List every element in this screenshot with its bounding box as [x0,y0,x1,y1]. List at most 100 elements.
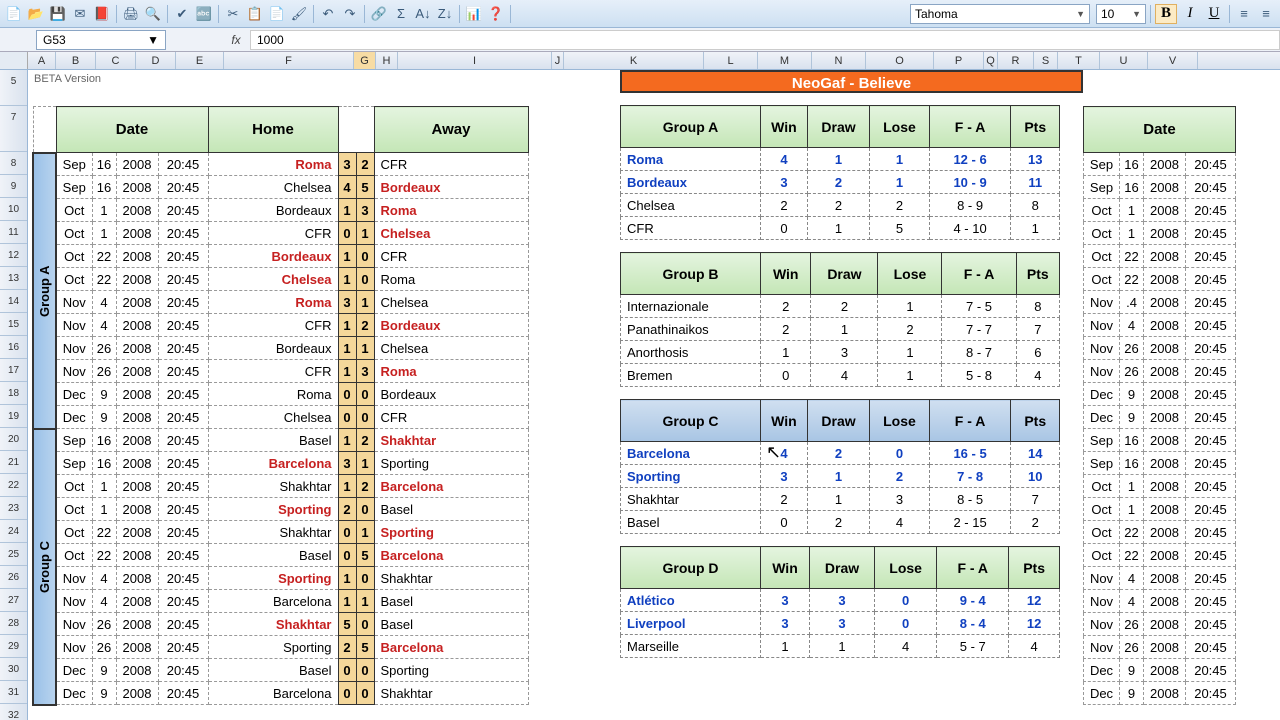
right-date-row: Sep16200820:45 [1084,176,1236,199]
col-header-E[interactable]: E [176,52,224,69]
font-name-dropdown[interactable]: Tahoma▼ [910,4,1090,24]
standings-row: Marseille1145 - 74 [621,635,1060,658]
name-box[interactable]: G53 ▼ [36,30,166,50]
row-header-19[interactable]: 19 [0,405,27,428]
copy-icon[interactable]: 📋 [245,4,265,24]
underline-button[interactable]: U [1203,4,1225,24]
col-header-S[interactable]: S [1034,52,1058,69]
italic-button[interactable]: I [1179,4,1201,24]
right-date-header: Date [1084,107,1236,153]
chart-icon[interactable]: 📊 [464,4,484,24]
row-header-8[interactable]: 8 [0,152,27,175]
col-header-T[interactable]: T [1058,52,1100,69]
col-header-V[interactable]: V [1148,52,1198,69]
row-header-25[interactable]: 25 [0,543,27,566]
align-left-icon[interactable]: ≡ [1234,4,1254,24]
row-header-9[interactable]: 9 [0,175,27,198]
row-header-29[interactable]: 29 [0,635,27,658]
formula-input[interactable]: 1000 [250,30,1280,50]
row-header-22[interactable]: 22 [0,474,27,497]
print-icon[interactable]: 🖨 [121,4,141,24]
row-header-7[interactable]: 7 [0,106,27,152]
col-header-B[interactable]: B [56,52,96,69]
standings-row: Bremen0415 - 84 [621,364,1060,387]
preview-icon[interactable]: 🔍 [143,4,163,24]
open-icon[interactable]: 📂 [26,4,46,24]
row-header-5[interactable]: 5 [0,70,27,106]
right-date-row: Nov26200820:45 [1084,337,1236,360]
sum-icon[interactable]: Σ [391,4,411,24]
col-header-A[interactable]: A [28,52,56,69]
autocorrect-icon[interactable]: 🔤 [194,4,214,24]
col-header-J[interactable]: J [552,52,564,69]
row-header-10[interactable]: 10 [0,198,27,221]
fixture-row: Oct1200820:45Sporting20Basel [33,498,528,521]
row-header-28[interactable]: 28 [0,612,27,635]
col-header-O[interactable]: O [866,52,934,69]
row-header-12[interactable]: 12 [0,244,27,267]
row-header-16[interactable]: 16 [0,336,27,359]
col-header-L[interactable]: L [704,52,758,69]
help-icon[interactable]: ❓ [486,4,506,24]
row-header-32[interactable]: 32 [0,704,27,720]
align-center-icon[interactable]: ≡ [1256,4,1276,24]
row-header-11[interactable]: 11 [0,221,27,244]
fixture-row: Oct1200820:45Bordeaux13Roma [33,199,528,222]
row-header-15[interactable]: 15 [0,313,27,336]
fixture-row: Oct22200820:45Basel05Barcelona [33,544,528,567]
col-header-P[interactable]: P [934,52,984,69]
chevron-down-icon: ▼ [147,33,159,47]
col-header-M[interactable]: M [758,52,812,69]
new-icon[interactable]: 📄 [4,4,24,24]
col-header-N[interactable]: N [812,52,866,69]
row-header-17[interactable]: 17 [0,359,27,382]
col-header-U[interactable]: U [1100,52,1148,69]
link-icon[interactable]: 🔗 [369,4,389,24]
fixture-row: Nov4200820:45Barcelona11Basel [33,590,528,613]
row-header-21[interactable]: 21 [0,451,27,474]
col-header-F[interactable]: F [224,52,354,69]
col-header-C[interactable]: C [96,52,136,69]
right-date-row: Nov4200820:45 [1084,567,1236,590]
col-header-Q[interactable]: Q [984,52,998,69]
save-icon[interactable]: 💾 [48,4,68,24]
row-header-31[interactable]: 31 [0,681,27,704]
row-header-23[interactable]: 23 [0,497,27,520]
select-all-corner[interactable] [0,52,28,69]
row-header-26[interactable]: 26 [0,566,27,589]
col-header-H[interactable]: H [376,52,398,69]
row-header-24[interactable]: 24 [0,520,27,543]
row-header-14[interactable]: 14 [0,290,27,313]
paste-icon[interactable]: 📄 [267,4,287,24]
separator [364,5,365,23]
standings-row: Bordeaux32110 - 911 [621,171,1060,194]
col-header-I[interactable]: I [398,52,552,69]
redo-icon[interactable]: ↷ [340,4,360,24]
col-header-G[interactable]: G [354,52,376,69]
row-header-18[interactable]: 18 [0,382,27,405]
fixtures-table: Date Home Away Group ASep16200820:45Roma… [32,106,529,706]
format-paint-icon[interactable]: 🖌 [289,4,309,24]
name-box-value: G53 [43,33,66,47]
col-header-R[interactable]: R [998,52,1034,69]
undo-icon[interactable]: ↶ [318,4,338,24]
col-header-D[interactable]: D [136,52,176,69]
sort-desc-icon[interactable]: Z↓ [435,4,455,24]
row-header-27[interactable]: 27 [0,589,27,612]
cells-area[interactable]: BETA Version Date Home Away Group ASep16… [28,70,1280,720]
formula-value: 1000 [257,33,284,47]
row-header-30[interactable]: 30 [0,658,27,681]
pdf-icon[interactable]: 📕 [92,4,112,24]
sort-asc-icon[interactable]: A↓ [413,4,433,24]
font-size-dropdown[interactable]: 10▼ [1096,4,1146,24]
separator [1150,5,1151,23]
row-header-20[interactable]: 20 [0,428,27,451]
spellcheck-icon[interactable]: ✔ [172,4,192,24]
group-name: Group C [621,400,761,442]
mail-icon[interactable]: ✉ [70,4,90,24]
row-header-13[interactable]: 13 [0,267,27,290]
bold-button[interactable]: B [1155,4,1177,24]
col-header-K[interactable]: K [564,52,704,69]
fx-label[interactable]: fx [222,33,250,47]
cut-icon[interactable]: ✂ [223,4,243,24]
